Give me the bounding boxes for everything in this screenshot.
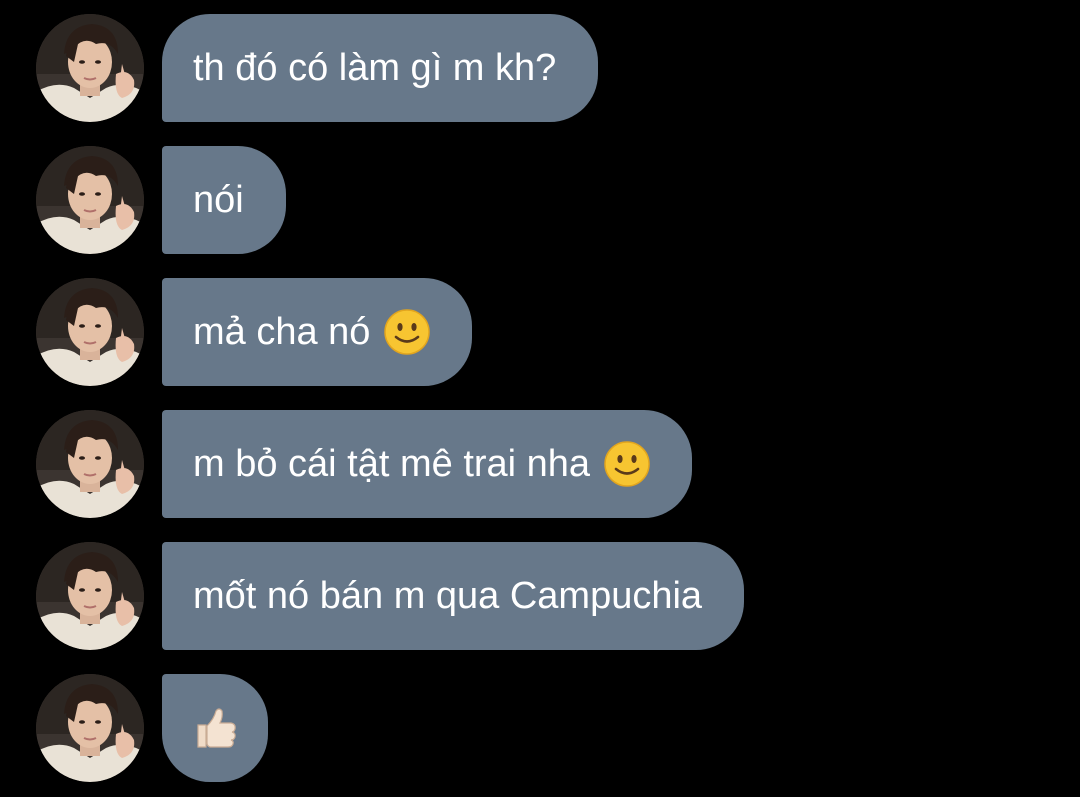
avatar[interactable] <box>36 410 144 518</box>
message-thread: th đó có làm gì m kh? nói mả cha nó m bỏ… <box>0 0 1080 797</box>
slightly-smiling-face-emoji <box>384 309 431 355</box>
message-text: th đó có làm gì m kh? <box>193 46 557 89</box>
message-row: mả cha nó <box>36 278 473 386</box>
message-row: mốt nó bán m qua Campuchia <box>36 542 745 650</box>
message-bubble[interactable]: th đó có làm gì m kh? <box>162 14 599 122</box>
avatar[interactable] <box>36 14 144 122</box>
message-bubble[interactable]: m bỏ cái tật mê trai nha <box>162 410 693 518</box>
message-row: m bỏ cái tật mê trai nha <box>36 410 693 518</box>
avatar[interactable] <box>36 278 144 386</box>
message-text: nói <box>193 178 244 221</box>
message-row <box>36 674 268 782</box>
message-bubble[interactable]: mốt nó bán m qua Campuchia <box>162 542 745 650</box>
thumbs-up-emoji <box>192 705 238 751</box>
message-text: m bỏ cái tật mê trai nha <box>193 442 591 485</box>
message-row: nói <box>36 146 286 254</box>
message-bubble[interactable]: mả cha nó <box>162 278 473 386</box>
message-row: th đó có làm gì m kh? <box>36 14 599 122</box>
avatar[interactable] <box>36 674 144 782</box>
avatar[interactable] <box>36 542 144 650</box>
message-text: mả cha nó <box>193 310 371 353</box>
avatar[interactable] <box>36 146 144 254</box>
message-bubble[interactable] <box>162 674 268 782</box>
message-bubble[interactable]: nói <box>162 146 286 254</box>
message-text: mốt nó bán m qua Campuchia <box>193 574 703 617</box>
slightly-smiling-face-emoji <box>604 441 651 487</box>
